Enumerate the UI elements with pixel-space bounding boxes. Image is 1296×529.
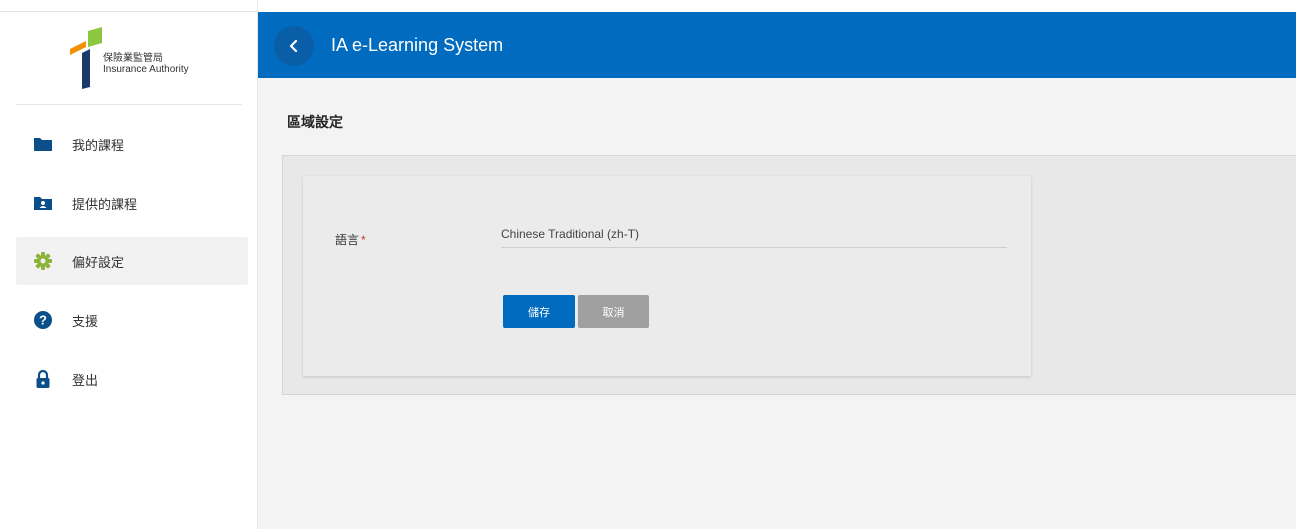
cancel-button[interactable]: 取消 [578, 295, 649, 328]
sidebar-item-logout[interactable]: 登出 [16, 355, 248, 403]
sidebar-item-preferences[interactable]: 偏好設定 [16, 237, 248, 285]
required-asterisk: * [361, 233, 366, 247]
logo-name-en: Insurance Authority [103, 64, 189, 75]
locale-settings-card: 語言 * Chinese Traditional (zh-T) 儲存 取消 [303, 176, 1031, 376]
sidebar-item-label: 登出 [72, 372, 99, 388]
logo-text: 保險業監管局 Insurance Authority [103, 53, 189, 75]
logo-name-zh: 保險業監管局 [103, 53, 163, 64]
content-panel: 語言 * Chinese Traditional (zh-T) 儲存 取消 [282, 155, 1296, 395]
folder-icon [34, 138, 52, 151]
back-button[interactable] [274, 26, 314, 66]
top-app-bar: IA e-Learning System [258, 12, 1296, 78]
save-button[interactable]: 儲存 [503, 295, 575, 328]
sidebar-top-divider [0, 11, 258, 12]
lock-icon [36, 369, 50, 388]
app-title: IA e-Learning System [331, 35, 504, 55]
sidebar-item-my-courses[interactable]: 我的課程 [16, 120, 248, 168]
sidebar-item-label: 偏好設定 [72, 254, 125, 270]
chevron-left-icon [289, 39, 298, 53]
language-select-value: Chinese Traditional (zh-T) [501, 227, 640, 241]
folder-shared-icon [34, 197, 52, 210]
language-label: 語言 * [335, 231, 366, 248]
sidebar-item-support[interactable]: ? 支援 [16, 296, 248, 344]
language-label-text: 語言 [335, 233, 360, 247]
main-content: 區域設定 語言 * Chinese Traditional (zh-T) 儲存 取… [258, 78, 1296, 529]
svg-text:?: ? [39, 313, 47, 328]
insurance-authority-logo[interactable]: 保險業監管局 Insurance Authority [68, 27, 208, 89]
logo-mark-icon [70, 27, 102, 89]
sidebar-item-offered-courses[interactable]: 提供的課程 [16, 179, 248, 227]
page-title: 區域設定 [287, 114, 343, 130]
language-select[interactable]: Chinese Traditional (zh-T) [501, 222, 1007, 248]
help-icon: ? [34, 311, 52, 329]
logo-divider [16, 104, 242, 105]
sidebar-item-label: 我的課程 [72, 137, 125, 153]
sidebar: 保險業監管局 Insurance Authority 我的課程 提供的課程 偏好… [0, 0, 258, 529]
sidebar-item-label: 提供的課程 [72, 196, 138, 212]
gear-icon [34, 252, 52, 270]
sidebar-item-label: 支援 [72, 313, 99, 329]
